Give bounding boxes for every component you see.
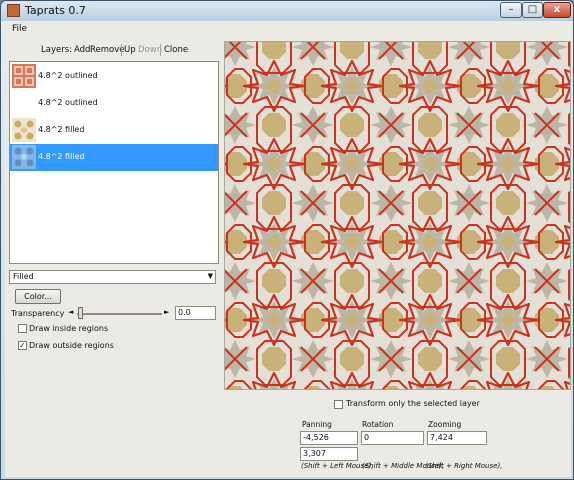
draw-inside-label: Draw inside regions [29,324,109,333]
layer-row-selected[interactable]: 4.8^2 filled [10,144,218,171]
move-down-button[interactable]: Down [138,45,162,55]
application-window: Taprats 0.7 – □ x File Layers: Add Remov… [0,0,574,480]
zooming-hint: (Shift + Right Mouse), [425,462,503,470]
chevron-down-icon: ▼ [207,272,213,280]
close-button[interactable]: x [543,2,571,18]
transform-selected-checkbox[interactable] [334,400,343,409]
layer-list[interactable]: 4.8^2 outlined 4.8^2 outlined 4.8^2 fill… [9,61,219,264]
layer-thumbnail [12,118,36,142]
remove-layer-button[interactable]: Remove [90,45,125,55]
layer-row[interactable]: 4.8^2 outlined [10,90,218,117]
minimize-button[interactable]: – [500,2,522,18]
draw-outside-label: Draw outside regions [29,341,114,350]
rotation-input[interactable]: 0 [361,431,424,445]
zooming-input[interactable]: 7,424 [427,431,487,445]
layer-row[interactable]: 4.8^2 filled [10,117,218,144]
menu-bar: File [5,21,571,37]
toolbar-separator [121,44,122,56]
color-button[interactable]: Color... [15,289,61,304]
transparency-slider-handle[interactable] [78,307,83,319]
draw-inside-checkbox[interactable] [18,324,27,333]
slider-right-arrow-icon[interactable]: ► [164,308,169,316]
layer-thumbnail [12,145,36,169]
render-style-dropdown[interactable]: Filled ▼ [9,270,216,284]
draw-outside-checkbox[interactable]: ✓ [18,341,27,350]
add-layer-button[interactable]: Add [74,45,90,55]
transform-selected-label: Transform only the selected layer [346,399,480,408]
layer-row[interactable]: 4.8^2 outlined [10,63,218,90]
transparency-slider[interactable] [77,313,162,315]
toolbar-separator [160,44,161,56]
render-style-value: Filled [13,272,34,281]
window-title: Taprats 0.7 [25,4,86,17]
panning-y-input[interactable]: 3,307 [300,447,358,461]
app-icon [7,4,20,17]
islamic-star-pattern [225,42,570,389]
maximize-button[interactable]: □ [522,2,543,18]
move-up-button[interactable]: Up [124,45,136,55]
pattern-canvas[interactable] [224,41,571,390]
slider-left-arrow-icon[interactable]: ◄ [68,308,73,316]
layer-name: 4.8^2 filled [38,125,85,134]
layer-thumbnail [12,64,36,88]
transparency-label: Transparency [11,309,65,318]
layer-name: 4.8^2 filled [38,152,85,161]
panning-label: Panning [302,420,332,429]
menu-file[interactable]: File [12,24,27,34]
client-area: File Layers: Add Remove Up Down Clone 4. [5,21,571,477]
layer-name: 4.8^2 outlined [38,71,98,80]
layer-name: 4.8^2 outlined [38,98,98,107]
clone-layer-button[interactable]: Clone [164,45,188,55]
layers-label: Layers: [41,45,72,55]
transparency-input[interactable]: 0.0 [175,306,216,320]
title-bar[interactable]: Taprats 0.7 – □ x [1,1,573,21]
layer-thumbnail [12,91,36,115]
rotation-label: Rotation [362,420,394,429]
panning-x-input[interactable]: -4,526 [300,431,358,445]
zooming-label: Zooming [428,420,462,429]
